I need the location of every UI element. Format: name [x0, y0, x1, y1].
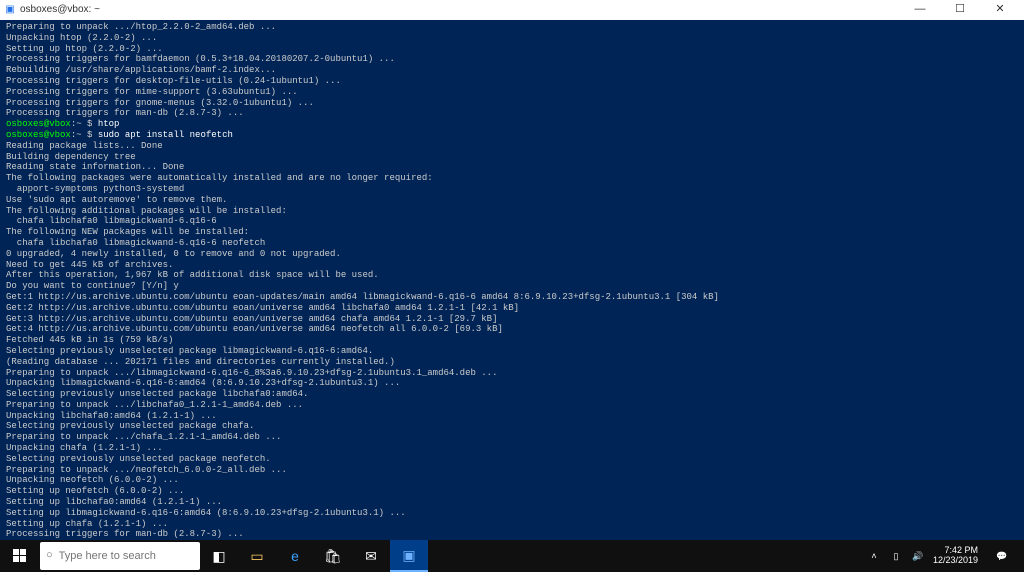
output-line: 0 upgraded, 4 newly installed, 0 to remo…: [6, 249, 1018, 260]
search-icon: ○: [46, 549, 53, 562]
output-line: Need to get 445 kB of archives.: [6, 260, 1018, 271]
output-line: Get:3 http://us.archive.ubuntu.com/ubunt…: [6, 314, 1018, 325]
command-text: sudo apt install neofetch: [98, 130, 233, 140]
close-button[interactable]: ✕: [980, 3, 1020, 16]
output-line: Preparing to unpack .../chafa_1.2.1-1_am…: [6, 432, 1018, 443]
output-line: Fetched 445 kB in 1s (759 kB/s): [6, 335, 1018, 346]
powershell-icon: ▣: [4, 4, 16, 16]
output-line: Unpacking libchafa0:amd64 (1.2.1-1) ...: [6, 411, 1018, 422]
output-line: Do you want to continue? [Y/n] y: [6, 281, 1018, 292]
output-line: chafa libchafa0 libmagickwand-6.q16-6: [6, 216, 1018, 227]
output-line: Processing triggers for bamfdaemon (0.5.…: [6, 54, 1018, 65]
command-text: htop: [98, 119, 120, 129]
output-line: Processing triggers for man-db (2.8.7-3)…: [6, 108, 1018, 119]
output-line: Rebuilding /usr/share/applications/bamf-…: [6, 65, 1018, 76]
output-line: Selecting previously unselected package …: [6, 454, 1018, 465]
output-line: apport-symptoms python3-systemd: [6, 184, 1018, 195]
output-line: Setting up libchafa0:amd64 (1.2.1-1) ...: [6, 497, 1018, 508]
output-line: Unpacking chafa (1.2.1-1) ...: [6, 443, 1018, 454]
clock-date: 12/23/2019: [933, 556, 978, 566]
taskbar-clock[interactable]: 7:42 PM 12/23/2019: [933, 546, 978, 566]
window-titlebar: ▣ osboxes@vbox: ~ — ☐ ✕: [0, 0, 1024, 20]
start-button[interactable]: [0, 540, 40, 572]
output-line: Preparing to unpack .../libmagickwand-6.…: [6, 368, 1018, 379]
output-line: Unpacking libmagickwand-6.q16-6:amd64 (8…: [6, 378, 1018, 389]
window-title: osboxes@vbox: ~: [20, 4, 900, 16]
output-line: chafa libchafa0 libmagickwand-6.q16-6 ne…: [6, 238, 1018, 249]
output-line: Unpacking htop (2.2.0-2) ...: [6, 33, 1018, 44]
tray-network-icon[interactable]: ▯: [889, 551, 903, 562]
system-tray: ˄ ▯ 🔊 7:42 PM 12/23/2019 💬: [867, 546, 1024, 566]
output-line: Selecting previously unselected package …: [6, 346, 1018, 357]
maximize-button[interactable]: ☐: [940, 3, 980, 16]
output-line: Get:2 http://us.archive.ubuntu.com/ubunt…: [6, 303, 1018, 314]
output-line: Use 'sudo apt autoremove' to remove them…: [6, 195, 1018, 206]
output-line: Setting up neofetch (6.0.0-2) ...: [6, 486, 1018, 497]
taskbar-search[interactable]: ○: [40, 542, 200, 570]
output-line: Unpacking neofetch (6.0.0-2) ...: [6, 475, 1018, 486]
output-line: Reading state information... Done: [6, 162, 1018, 173]
taskbar-app-mail[interactable]: ✉: [352, 540, 390, 572]
output-line: After this operation, 1,967 kB of additi…: [6, 270, 1018, 281]
taskbar: ○ ◧ ▭ e 🛍 ✉ ▣ ˄ ▯ 🔊 7:42 PM 12/23/2019 💬: [0, 540, 1024, 572]
output-line: Selecting previously unselected package …: [6, 421, 1018, 432]
output-line: The following packages were automaticall…: [6, 173, 1018, 184]
output-line: Reading package lists... Done: [6, 141, 1018, 152]
minimize-button[interactable]: —: [900, 3, 940, 16]
output-line: (Reading database ... 202171 files and d…: [6, 357, 1018, 368]
output-line: Setting up htop (2.2.0-2) ...: [6, 44, 1018, 55]
terminal-output[interactable]: Preparing to unpack .../htop_2.2.0-2_amd…: [0, 20, 1024, 540]
task-view-button[interactable]: ◧: [200, 540, 238, 572]
output-line: Setting up chafa (1.2.1-1) ...: [6, 519, 1018, 530]
taskbar-app-edge[interactable]: e: [276, 540, 314, 572]
output-line: Processing triggers for mime-support (3.…: [6, 87, 1018, 98]
output-line: Preparing to unpack .../neofetch_6.0.0-2…: [6, 465, 1018, 476]
output-line: Selecting previously unselected package …: [6, 389, 1018, 400]
prompt-line: osboxes@vbox:~ $ htop: [6, 119, 1018, 130]
output-line: Processing triggers for desktop-file-uti…: [6, 76, 1018, 87]
taskbar-app-store[interactable]: 🛍: [314, 540, 352, 572]
action-center-button[interactable]: 💬: [986, 551, 1018, 562]
output-line: Get:1 http://us.archive.ubuntu.com/ubunt…: [6, 292, 1018, 303]
output-line: Get:4 http://us.archive.ubuntu.com/ubunt…: [6, 324, 1018, 335]
output-line: Preparing to unpack .../libchafa0_1.2.1-…: [6, 400, 1018, 411]
output-line: Building dependency tree: [6, 152, 1018, 163]
output-line: Processing triggers for gnome-menus (3.3…: [6, 98, 1018, 109]
output-line: Setting up libmagickwand-6.q16-6:amd64 (…: [6, 508, 1018, 519]
prompt-line: osboxes@vbox:~ $ sudo apt install neofet…: [6, 130, 1018, 141]
output-line: Processing triggers for man-db (2.8.7-3)…: [6, 529, 1018, 540]
output-line: Preparing to unpack .../htop_2.2.0-2_amd…: [6, 22, 1018, 33]
taskbar-app-explorer[interactable]: ▭: [238, 540, 276, 572]
output-line: The following NEW packages will be insta…: [6, 227, 1018, 238]
output-line: The following additional packages will b…: [6, 206, 1018, 217]
search-input[interactable]: [59, 550, 194, 562]
windows-logo-icon: [13, 549, 27, 563]
tray-chevron-up-icon[interactable]: ˄: [867, 551, 881, 562]
tray-volume-icon[interactable]: 🔊: [911, 551, 925, 562]
taskbar-app-terminal[interactable]: ▣: [390, 540, 428, 572]
